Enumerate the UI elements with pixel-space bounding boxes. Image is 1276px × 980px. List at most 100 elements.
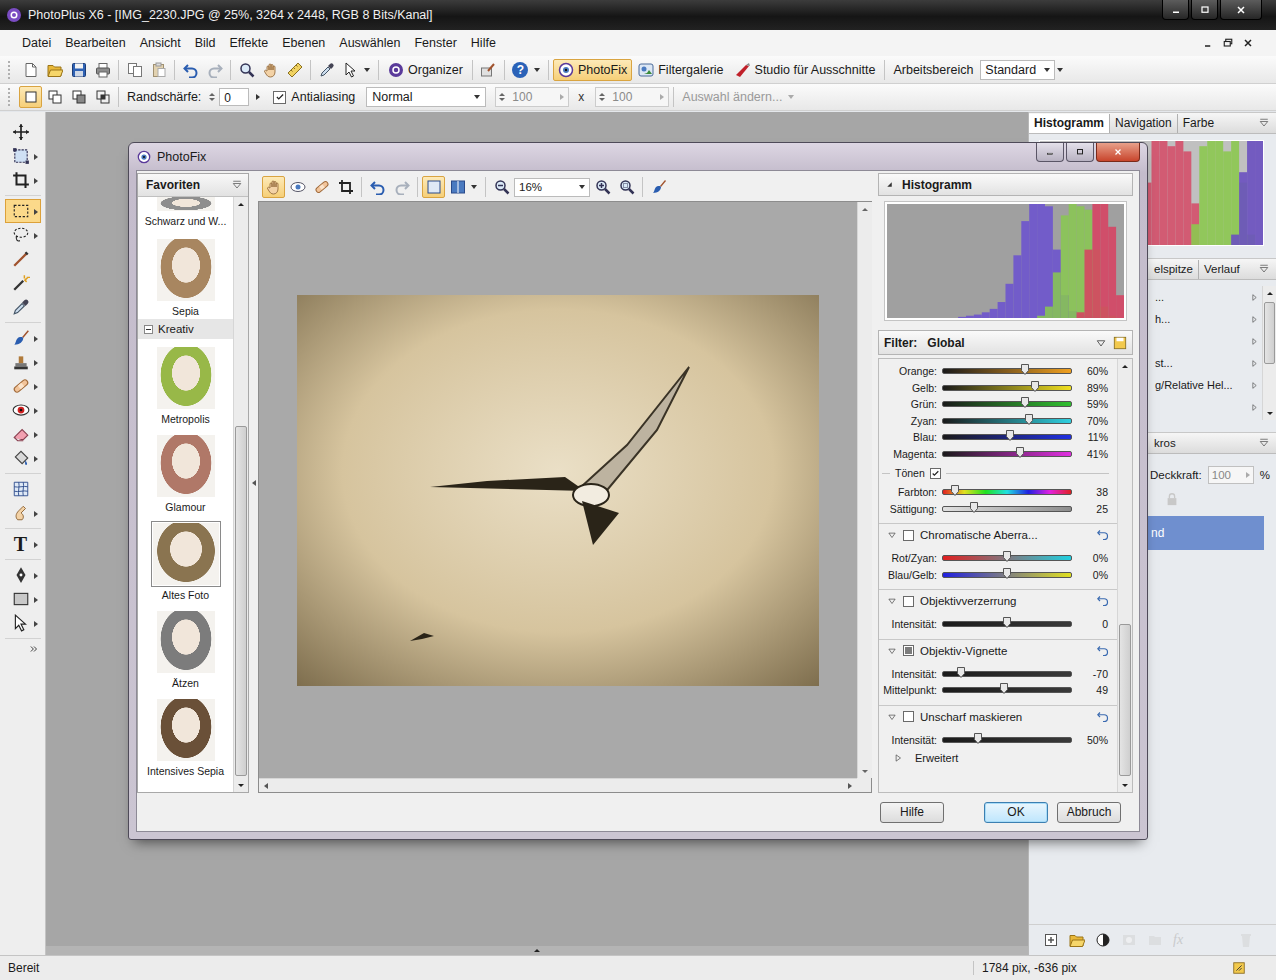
folder-icon[interactable] [1069, 932, 1085, 948]
text-tool-icon[interactable]: T [12, 534, 30, 554]
save-button[interactable] [67, 59, 90, 81]
section-title[interactable]: Chromatische Aberra... [920, 529, 1091, 541]
panel-tab[interactable]: elspitze [1149, 260, 1199, 279]
dialog-wmin-button[interactable] [1036, 143, 1064, 162]
advanced-toggle[interactable]: Erweitert [879, 748, 1117, 768]
panel-menu-icon[interactable] [1258, 117, 1270, 129]
panel-tab[interactable]: Verlauf [1199, 260, 1245, 279]
slider-track[interactable] [942, 451, 1072, 457]
preset-label[interactable]: Ätzen [172, 677, 199, 689]
text-tool[interactable]: T [5, 532, 41, 556]
preset-thumbnail[interactable] [157, 611, 215, 673]
slider-thumb[interactable] [1021, 364, 1029, 375]
rect-tool[interactable] [5, 199, 41, 223]
toolbar-button-label[interactable]: Filtergalerie [658, 63, 723, 77]
flyout-arrow-icon[interactable] [34, 511, 38, 517]
preset-thumbnail[interactable] [157, 347, 215, 409]
section-title[interactable]: Objektivverzerrung [920, 595, 1091, 607]
hand-button[interactable] [262, 176, 285, 198]
brush-row-label[interactable]: st... [1155, 357, 1247, 369]
filter-icon[interactable] [638, 62, 654, 78]
more-tools-icon[interactable] [29, 644, 39, 654]
wmin-button[interactable] [1162, 0, 1189, 20]
zoom-value[interactable]: 16% [519, 181, 542, 193]
workspace-dropdown[interactable]: Standard [980, 60, 1055, 80]
preset-item[interactable]: Ätzen [138, 603, 233, 691]
preset-item[interactable]: Glamour [138, 427, 233, 515]
flyout-arrow-icon[interactable] [34, 432, 38, 438]
newlayer-icon[interactable] [1043, 932, 1059, 948]
dialog-button[interactable]: Hilfe [880, 802, 944, 823]
pointer-button[interactable] [339, 59, 362, 81]
slider-thumb[interactable] [1000, 683, 1008, 694]
print-icon[interactable] [95, 62, 111, 78]
cutout-icon[interactable] [735, 62, 751, 78]
scrollbar[interactable] [233, 197, 248, 792]
section-header[interactable]: Objektiv-Vignette [879, 640, 1117, 662]
collapse-icon[interactable] [144, 325, 153, 334]
preset-thumbnail[interactable] [153, 523, 219, 585]
opacity-input[interactable]: 100 [1208, 466, 1254, 484]
ruler-button[interactable] [283, 59, 306, 81]
copy-icon[interactable] [127, 62, 143, 78]
scrollbar[interactable] [1262, 286, 1276, 420]
sel3-icon[interactable] [71, 89, 87, 105]
line-icon[interactable] [12, 250, 30, 268]
preset-item[interactable]: Schwarz und W... [138, 197, 233, 231]
dialog-button[interactable]: Abbruch [1057, 802, 1121, 823]
blend-mode-dropdown[interactable]: Normal [366, 87, 486, 107]
slider-thumb[interactable] [1003, 617, 1011, 628]
preset-label[interactable]: Sepia [172, 305, 199, 317]
zoom-fit-icon[interactable] [619, 179, 635, 195]
slider-thumb[interactable] [974, 733, 982, 744]
section-header[interactable]: Objektivverzerrung [879, 590, 1117, 612]
slider-thumb[interactable] [951, 485, 959, 496]
brush-button[interactable] [647, 176, 670, 198]
section-checkbox[interactable] [903, 596, 914, 607]
toolbar-grip[interactable] [8, 88, 14, 106]
menu-item[interactable]: Bearbeiten [58, 36, 132, 50]
eraser-icon[interactable] [12, 425, 30, 443]
slider-track[interactable] [942, 489, 1072, 495]
antialias-label[interactable]: Antialiasing [291, 90, 355, 104]
organizer-button[interactable]: Organizer [383, 59, 468, 81]
mclose-icon[interactable] [1242, 37, 1254, 49]
shape-icon[interactable] [12, 590, 30, 608]
save-icon[interactable] [71, 62, 87, 78]
modify-selection-label[interactable]: Auswahl ändern... [682, 90, 782, 104]
height-value[interactable]: 100 [612, 90, 656, 104]
move-icon[interactable] [12, 123, 30, 141]
slider-thumb[interactable] [957, 667, 965, 678]
brush-box-icon[interactable] [480, 62, 496, 78]
panel-menu-icon[interactable] [1258, 437, 1270, 449]
undo-icon[interactable] [370, 179, 386, 195]
filter-selector[interactable]: Filter:Global [878, 330, 1133, 355]
slider-track[interactable] [942, 401, 1072, 407]
zoom-icon[interactable] [239, 62, 255, 78]
selection-mode-button[interactable] [19, 86, 42, 108]
mesh-tool[interactable] [5, 477, 41, 501]
flyout-arrow-icon[interactable] [34, 360, 38, 366]
panel-tab[interactable]: kros [1149, 434, 1181, 453]
group-icon[interactable] [1147, 932, 1163, 948]
smudge-tool[interactable] [5, 501, 41, 525]
brush-box-button[interactable] [477, 59, 500, 81]
preset-item[interactable]: Sepia [138, 231, 233, 319]
flyout-arrow-icon[interactable] [34, 456, 38, 462]
feather-input[interactable]: 0 [219, 88, 249, 106]
lasso-tool[interactable] [5, 223, 41, 247]
copy-button[interactable] [123, 59, 146, 81]
expand-icon[interactable] [887, 530, 897, 540]
mesh-icon[interactable] [12, 480, 30, 498]
width-value[interactable]: 100 [512, 90, 556, 104]
undo-button[interactable] [366, 176, 389, 198]
opacity-value[interactable]: 100 [1212, 469, 1231, 481]
brush-row-label[interactable]: h... [1155, 313, 1247, 325]
save-filter-icon[interactable] [1113, 336, 1127, 350]
check-icon[interactable] [275, 92, 285, 102]
sel1-icon[interactable] [23, 89, 39, 105]
slider-track[interactable] [942, 385, 1072, 391]
slider-thumb[interactable] [1003, 551, 1011, 562]
node-tool[interactable] [5, 611, 41, 635]
cutout-button[interactable]: Studio für Ausschnitte [730, 59, 881, 81]
